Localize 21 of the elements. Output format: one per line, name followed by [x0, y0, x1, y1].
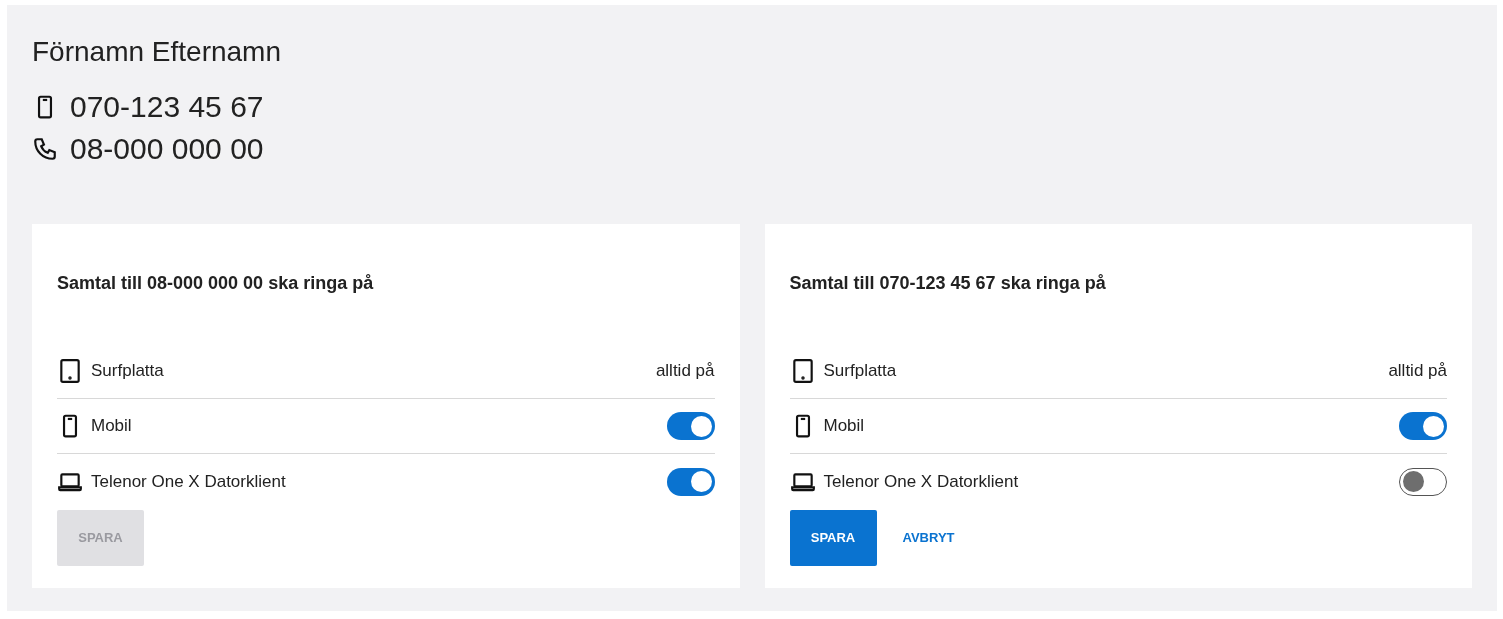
device-label: Mobil — [91, 415, 132, 438]
card-title: Samtal till 070-123 45 67 ska ringa på — [789, 272, 1107, 295]
device-label: Telenor One X Datorklient — [823, 470, 1019, 493]
phone-number: 08-000 000 00 — [70, 131, 264, 167]
toggle-switch[interactable] — [666, 412, 715, 440]
contact-name: Förnamn Efternamn — [32, 35, 282, 69]
device-label: Surfplatta — [91, 360, 164, 383]
save-button[interactable]: SPARA — [789, 510, 877, 566]
status-text: alltid på — [1388, 360, 1447, 383]
device-label: Telenor One X Datorklient — [91, 470, 286, 493]
status-text: alltid på — [655, 360, 715, 383]
phone-number: 070-123 45 67 — [70, 89, 264, 125]
toggle-switch[interactable] — [1399, 412, 1447, 440]
device-label: Mobil — [823, 415, 865, 438]
toggle-switch[interactable] — [1399, 467, 1447, 496]
cancel-button[interactable]: AVBRYT — [902, 528, 955, 548]
tablet-icon — [57, 358, 83, 384]
card-title: Samtal till 08-000 000 00 ska ringa på — [57, 272, 375, 295]
phone-icon — [32, 136, 58, 162]
device-label: Surfplatta — [823, 360, 897, 383]
toggle-switch[interactable] — [666, 467, 715, 496]
